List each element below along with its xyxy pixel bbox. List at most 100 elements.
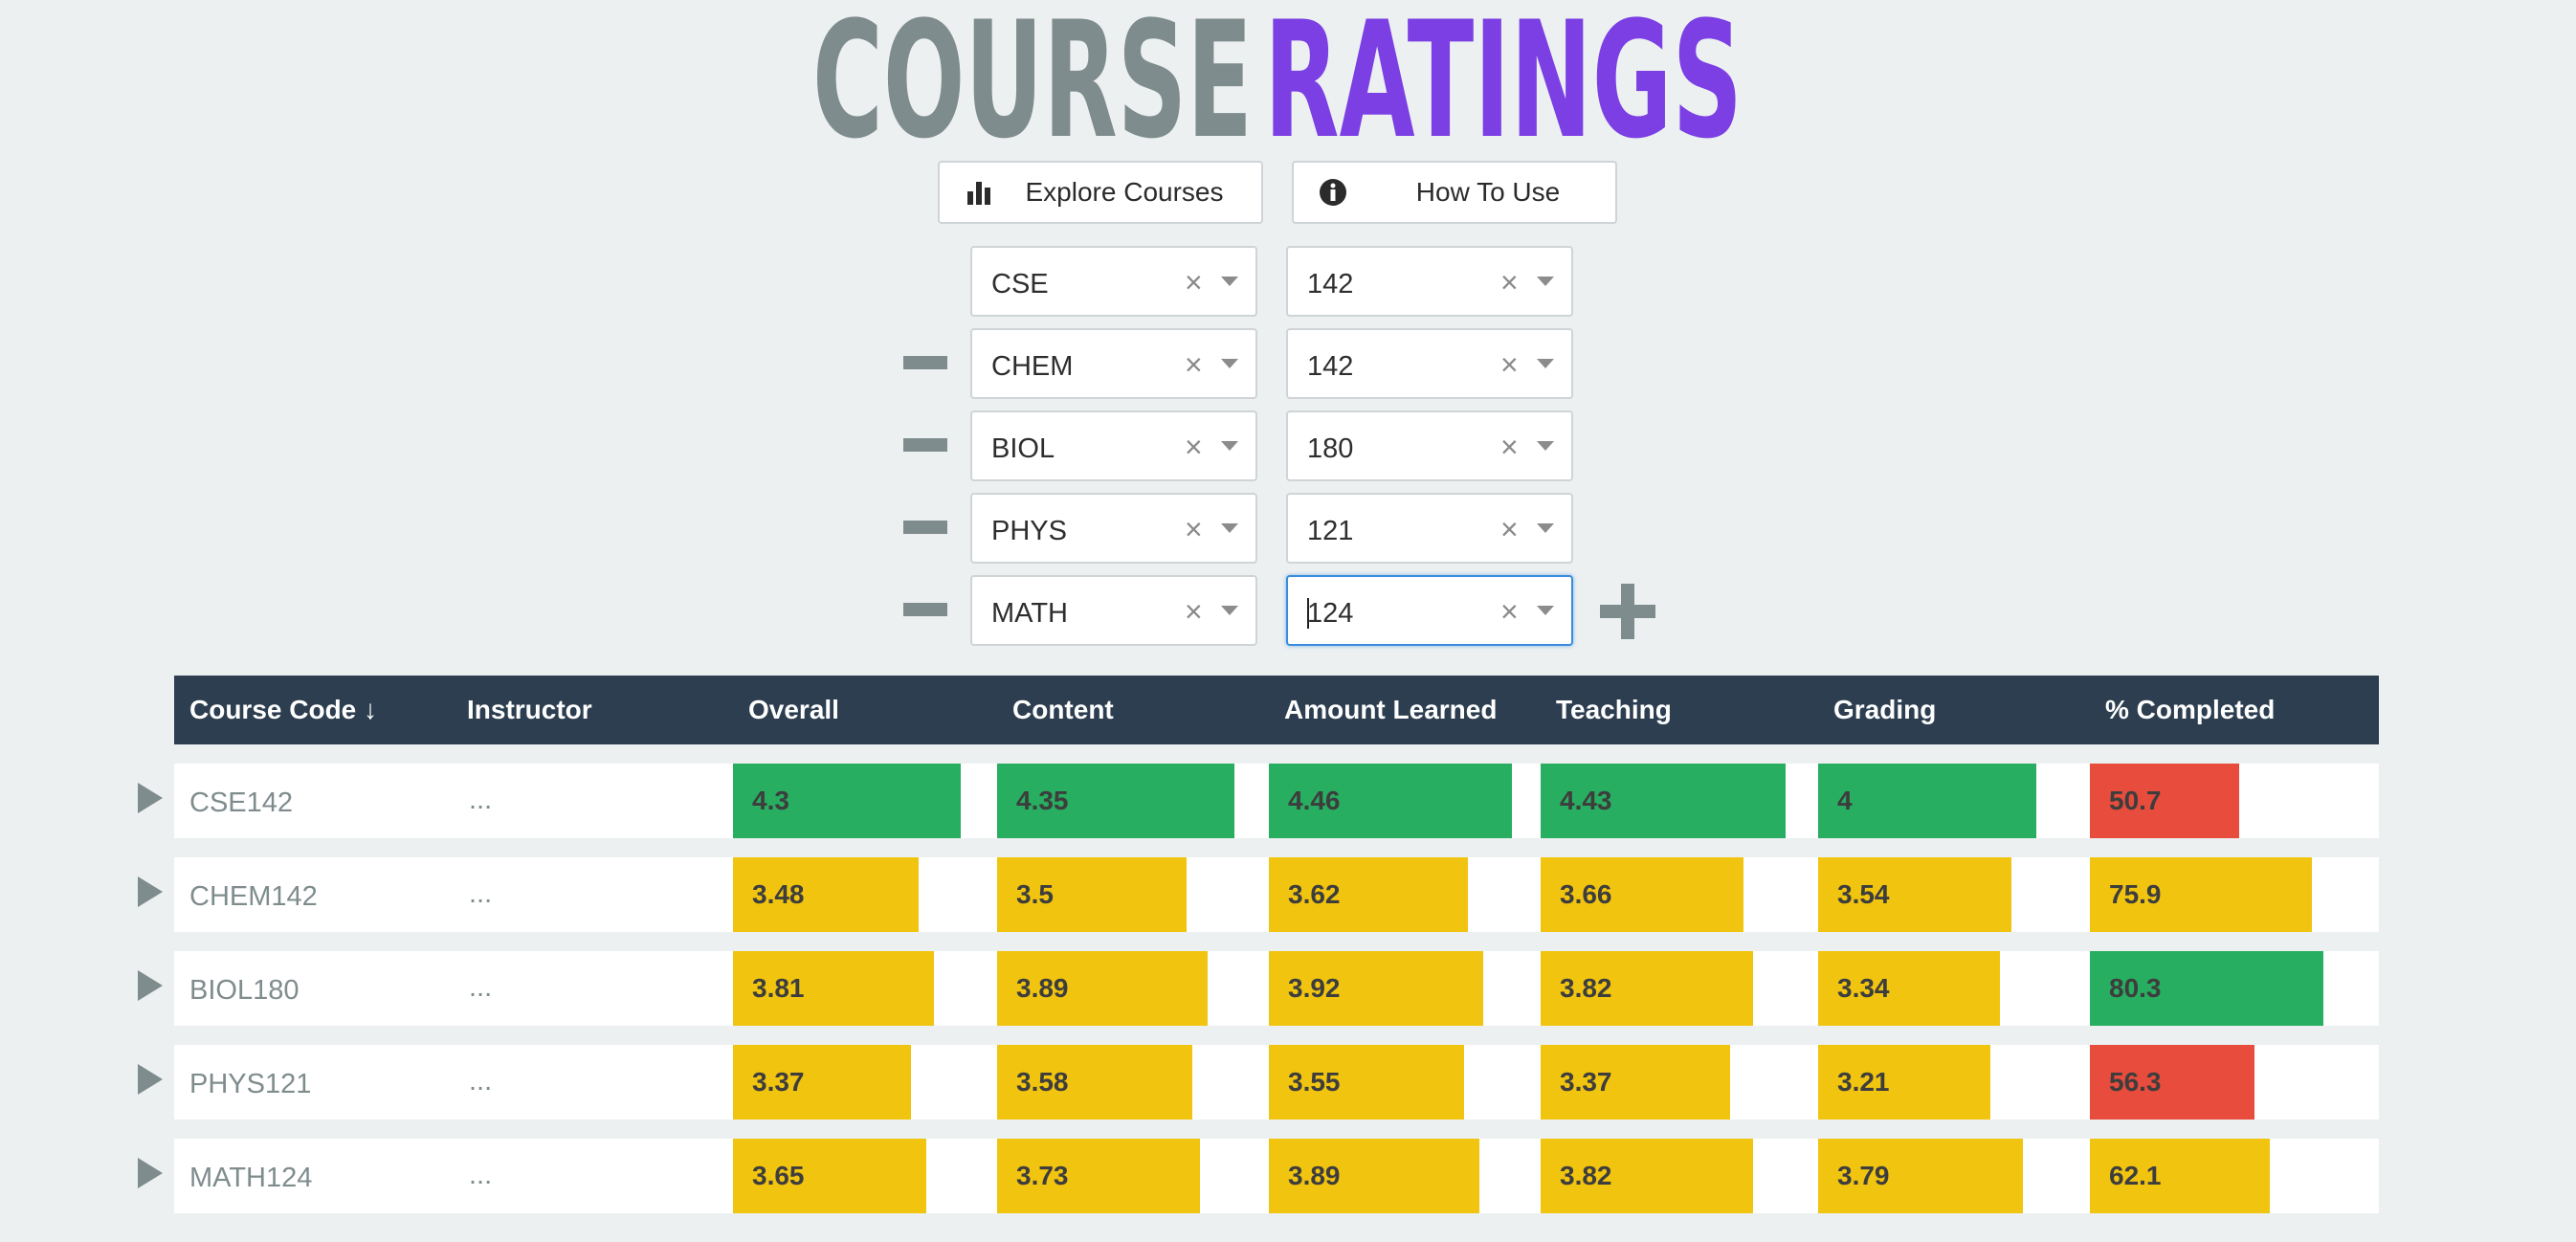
amount-learned-bar: 4.46	[1269, 764, 1512, 838]
department-value: PHYS	[991, 516, 1067, 546]
course-number-select-5[interactable]: 124 ×	[1286, 575, 1573, 646]
header-course-code[interactable]: Course Code ↓	[189, 695, 377, 725]
course-number-value: 180	[1307, 433, 1354, 464]
header-instructor[interactable]: Instructor	[467, 695, 592, 725]
percent-completed-bar: 50.7	[2090, 764, 2239, 838]
department-select-4[interactable]: PHYS ×	[970, 493, 1257, 564]
instructor-cell[interactable]: ...	[469, 1160, 492, 1191]
dropdown-arrow-icon[interactable]	[1221, 441, 1238, 451]
logo-ratings-text: RATINGS	[1264, 11, 1743, 145]
course-number-select-4[interactable]: 121 ×	[1286, 493, 1573, 564]
remove-row-button[interactable]	[903, 603, 947, 616]
course-number-select-1[interactable]: 142 ×	[1286, 246, 1573, 317]
teaching-bar: 3.66	[1541, 857, 1743, 932]
clear-icon[interactable]: ×	[1500, 265, 1519, 300]
department-value: BIOL	[991, 433, 1055, 464]
instructor-cell[interactable]: ...	[469, 878, 492, 910]
expand-arrow-icon[interactable]	[138, 970, 163, 1001]
amount-learned-bar: 3.55	[1269, 1045, 1464, 1120]
header-percent-completed[interactable]: % Completed	[2105, 695, 2275, 725]
content-bar: 3.58	[997, 1045, 1192, 1120]
dropdown-arrow-icon[interactable]	[1221, 277, 1238, 286]
course-number-select-3[interactable]: 180 ×	[1286, 410, 1573, 481]
amount-learned-bar: 3.92	[1269, 951, 1483, 1026]
dropdown-arrow-icon[interactable]	[1537, 606, 1554, 615]
expand-arrow-icon[interactable]	[138, 1064, 163, 1095]
expand-arrow-icon[interactable]	[138, 783, 163, 813]
grading-bar: 3.79	[1818, 1139, 2023, 1213]
department-select-2[interactable]: CHEM ×	[970, 328, 1257, 399]
teaching-bar: 4.43	[1541, 764, 1786, 838]
percent-completed-bar: 62.1	[2090, 1139, 2270, 1213]
table-row: CSE142 ... 4.3 4.35 4.46 4.43 4 50.7	[138, 764, 2379, 838]
clear-icon[interactable]: ×	[1185, 347, 1203, 383]
remove-row-button[interactable]	[903, 521, 947, 534]
dropdown-arrow-icon[interactable]	[1537, 441, 1554, 451]
dropdown-arrow-icon[interactable]	[1221, 523, 1238, 533]
how-to-use-button[interactable]: How To Use	[1292, 161, 1617, 224]
remove-row-button[interactable]	[903, 356, 947, 369]
remove-row-button[interactable]	[903, 438, 947, 452]
amount-learned-bar: 3.89	[1269, 1139, 1479, 1213]
dropdown-arrow-icon[interactable]	[1537, 523, 1554, 533]
instructor-cell[interactable]: ...	[469, 785, 492, 816]
course-code-cell: CHEM142	[189, 881, 318, 912]
amount-learned-bar: 3.62	[1269, 857, 1468, 932]
course-number-select-2[interactable]: 142 ×	[1286, 328, 1573, 399]
expand-arrow-icon[interactable]	[138, 1158, 163, 1188]
explore-courses-button[interactable]: Explore Courses	[938, 161, 1263, 224]
course-number-value: 121	[1307, 516, 1354, 546]
clear-icon[interactable]: ×	[1500, 430, 1519, 465]
header-grading[interactable]: Grading	[1833, 695, 1936, 725]
percent-completed-bar: 75.9	[2090, 857, 2312, 932]
department-value: MATH	[991, 598, 1069, 629]
department-select-3[interactable]: BIOL ×	[970, 410, 1257, 481]
ratings-table-header: Course Code ↓ Instructor Overall Content…	[174, 676, 2379, 744]
course-code-cell: CSE142	[189, 787, 294, 818]
header-amount-learned[interactable]: Amount Learned	[1284, 695, 1497, 725]
dropdown-arrow-icon[interactable]	[1221, 606, 1238, 615]
logo-course-text: COURSE	[812, 11, 1253, 145]
teaching-bar: 3.82	[1541, 1139, 1753, 1213]
dropdown-arrow-icon[interactable]	[1537, 277, 1554, 286]
grading-bar: 3.54	[1818, 857, 2011, 932]
expand-arrow-icon[interactable]	[138, 876, 163, 907]
course-code-cell: PHYS121	[189, 1069, 312, 1099]
department-value: CSE	[991, 269, 1049, 299]
clear-icon[interactable]: ×	[1185, 512, 1203, 547]
explore-courses-label: Explore Courses	[1025, 177, 1224, 207]
table-row: MATH124 ... 3.65 3.73 3.89 3.82 3.79 62.…	[138, 1139, 2379, 1213]
overall-bar: 3.37	[733, 1045, 911, 1120]
course-code-cell: BIOL180	[189, 975, 300, 1006]
course-number-value: 124	[1307, 598, 1354, 629]
clear-icon[interactable]: ×	[1500, 512, 1519, 547]
teaching-bar: 3.37	[1541, 1045, 1730, 1120]
add-course-button[interactable]	[1600, 584, 1655, 639]
course-number-value: 142	[1307, 269, 1354, 299]
dropdown-arrow-icon[interactable]	[1221, 359, 1238, 368]
clear-icon[interactable]: ×	[1185, 430, 1203, 465]
course-ratings-logo: COURSE RATINGS	[812, 11, 1743, 145]
department-value: CHEM	[991, 351, 1074, 382]
header-overall[interactable]: Overall	[748, 695, 839, 725]
clear-icon[interactable]: ×	[1185, 594, 1203, 630]
percent-completed-bar: 80.3	[2090, 951, 2323, 1026]
grading-bar: 3.34	[1818, 951, 2000, 1026]
instructor-cell[interactable]: ...	[469, 1066, 492, 1098]
content-bar: 4.35	[997, 764, 1234, 838]
department-select-1[interactable]: CSE ×	[970, 246, 1257, 317]
department-select-5[interactable]: MATH ×	[970, 575, 1257, 646]
clear-icon[interactable]: ×	[1185, 265, 1203, 300]
table-row: CHEM142 ... 3.48 3.5 3.62 3.66 3.54 75.9	[138, 857, 2379, 932]
overall-bar: 3.65	[733, 1139, 926, 1213]
clear-icon[interactable]: ×	[1500, 347, 1519, 383]
content-bar: 3.73	[997, 1139, 1200, 1213]
how-to-use-label: How To Use	[1415, 177, 1561, 207]
header-teaching[interactable]: Teaching	[1556, 695, 1672, 725]
table-row: PHYS121 ... 3.37 3.58 3.55 3.37 3.21 56.…	[138, 1045, 2379, 1120]
instructor-cell[interactable]: ...	[469, 972, 492, 1004]
clear-icon[interactable]: ×	[1500, 594, 1519, 630]
dropdown-arrow-icon[interactable]	[1537, 359, 1554, 368]
overall-bar: 4.3	[733, 764, 961, 838]
header-content[interactable]: Content	[1012, 695, 1114, 725]
